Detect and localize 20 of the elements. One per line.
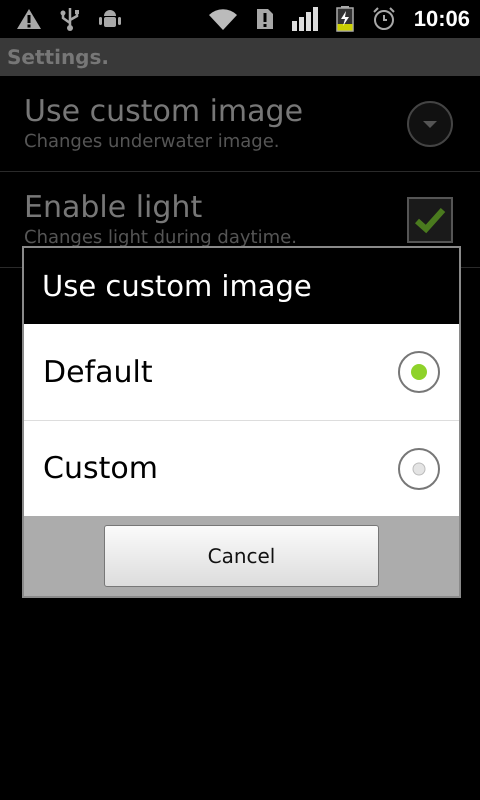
dialog-title: Use custom image (42, 269, 312, 303)
cancel-button[interactable]: Cancel (104, 525, 379, 587)
clock-time: 10:06 (414, 6, 470, 32)
preference-title: Use custom image (24, 94, 304, 130)
battery-charging-icon (336, 6, 354, 32)
option-item[interactable]: Default (24, 324, 459, 420)
sd-card-icon (256, 8, 274, 30)
preference-title: Enable light (24, 190, 204, 226)
robot-icon (98, 8, 122, 30)
warning-icon (16, 8, 42, 30)
radio-button[interactable] (397, 446, 441, 490)
signal-icon (292, 7, 318, 31)
screen-title: Settings. (7, 45, 110, 69)
preference-summary: Changes underwater image. (24, 130, 281, 154)
checkbox[interactable] (407, 196, 453, 242)
alarm-clock-icon (372, 7, 396, 31)
wifi-icon (208, 7, 238, 31)
preference-summary: Changes light during daytime. (24, 226, 298, 250)
radio-button[interactable] (397, 350, 441, 394)
usb-icon (60, 6, 80, 32)
